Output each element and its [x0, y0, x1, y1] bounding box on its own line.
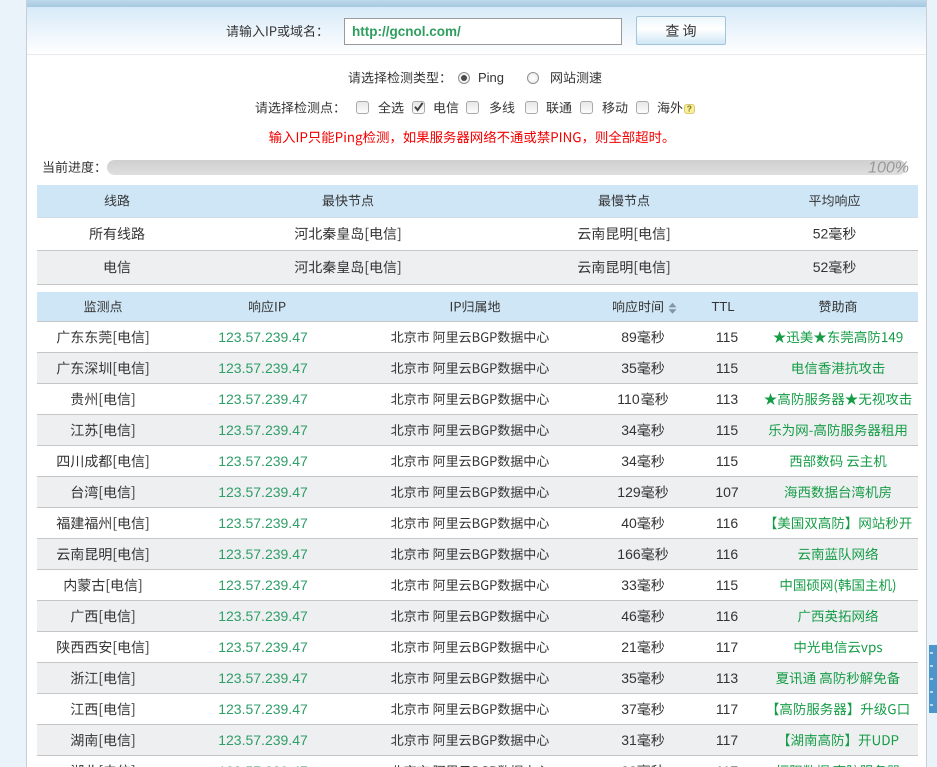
- svg-text:115: 115: [716, 422, 739, 438]
- svg-text:40: 40: [621, 515, 637, 531]
- svg-text:123.57.239.47: 123.57.239.47: [218, 515, 308, 531]
- svg-text:100%: 100%: [868, 159, 909, 176]
- svg-text:123.57.239.47: 123.57.239.47: [218, 484, 308, 500]
- svg-text:33: 33: [621, 577, 637, 593]
- svg-text:http://gcnol.com/: http://gcnol.com/: [352, 24, 461, 39]
- svg-text:123.57.239.47: 123.57.239.47: [218, 639, 308, 655]
- svg-text:123.57.239.47: 123.57.239.47: [218, 763, 308, 767]
- svg-text:123.57.239.47: 123.57.239.47: [218, 608, 308, 624]
- svg-text:107: 107: [715, 484, 739, 500]
- svg-text:117: 117: [716, 763, 739, 767]
- svg-text:116: 116: [716, 608, 739, 624]
- svg-text:115: 115: [716, 577, 739, 593]
- svg-text:113: 113: [716, 670, 739, 686]
- svg-text:115: 115: [716, 453, 739, 469]
- svg-text:123.57.239.47: 123.57.239.47: [218, 360, 308, 376]
- svg-text:?: ?: [687, 104, 692, 114]
- svg-text:34: 34: [621, 453, 637, 469]
- svg-text:123.57.239.47: 123.57.239.47: [218, 453, 308, 469]
- svg-text:166: 166: [617, 546, 641, 562]
- svg-text:TTL: TTL: [711, 299, 734, 314]
- svg-text:35: 35: [621, 670, 637, 686]
- svg-text:89: 89: [621, 329, 637, 345]
- svg-text:31: 31: [621, 732, 637, 748]
- svg-text:34: 34: [621, 422, 637, 438]
- svg-text:37: 37: [621, 701, 637, 717]
- svg-text:52: 52: [813, 226, 829, 242]
- svg-text:Ping: Ping: [478, 70, 504, 85]
- svg-text:116: 116: [716, 546, 739, 562]
- svg-text:123.57.239.47: 123.57.239.47: [218, 577, 308, 593]
- svg-text:123.57.239.47: 123.57.239.47: [218, 422, 308, 438]
- svg-text:115: 115: [716, 360, 739, 376]
- svg-text:46: 46: [621, 608, 637, 624]
- svg-text:129: 129: [617, 484, 641, 500]
- svg-text:35: 35: [621, 360, 637, 376]
- svg-text:116: 116: [716, 515, 739, 531]
- svg-text:117: 117: [716, 732, 739, 748]
- svg-text:123.57.239.47: 123.57.239.47: [218, 701, 308, 717]
- svg-text:52: 52: [813, 259, 829, 275]
- svg-text:123.57.239.47: 123.57.239.47: [218, 329, 308, 345]
- svg-text:123.57.239.47: 123.57.239.47: [218, 670, 308, 686]
- svg-text:21: 21: [621, 639, 637, 655]
- svg-text:113: 113: [716, 391, 739, 407]
- svg-text:117: 117: [716, 639, 739, 655]
- svg-text:115: 115: [716, 329, 739, 345]
- svg-text:110: 110: [617, 391, 640, 407]
- svg-text:123.57.239.47: 123.57.239.47: [218, 732, 308, 748]
- svg-text:117: 117: [716, 701, 739, 717]
- svg-text:33: 33: [621, 763, 637, 767]
- svg-text:123.57.239.47: 123.57.239.47: [218, 546, 308, 562]
- svg-text:123.57.239.47: 123.57.239.47: [218, 391, 308, 407]
